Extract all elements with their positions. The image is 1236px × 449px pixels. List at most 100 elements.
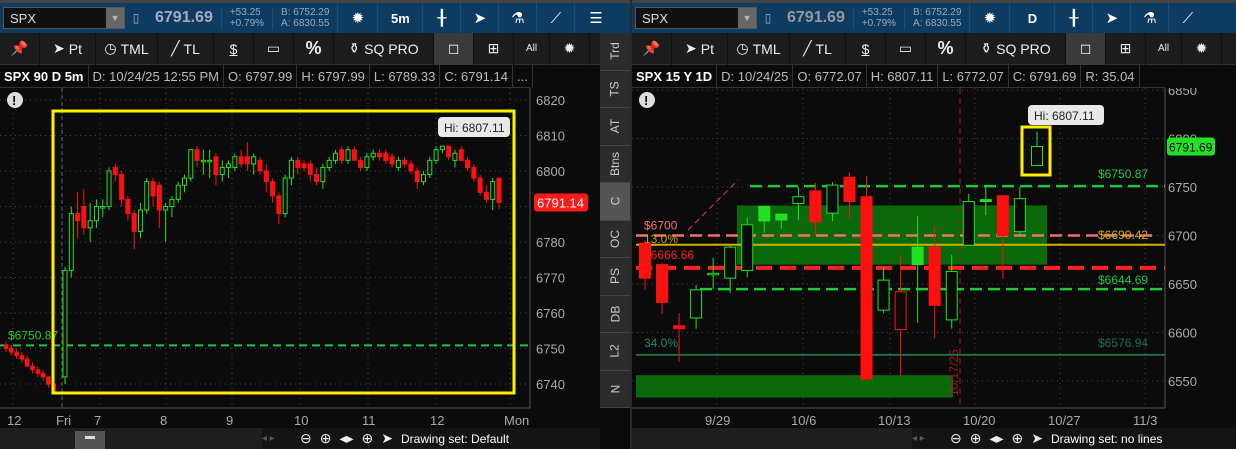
crosshair-icon[interactable]: ⊕	[1012, 430, 1024, 447]
zoom-out-icon[interactable]: ⊖	[300, 430, 312, 447]
tool-tl[interactable]: ╱ TL	[790, 32, 846, 65]
candle	[945, 270, 958, 321]
timeframe-button[interactable]: 5m	[377, 1, 422, 35]
candle	[402, 159, 408, 165]
crosshair-icon[interactable]: ⊕	[362, 430, 374, 447]
tool-tml[interactable]: ◷ TML	[96, 32, 158, 65]
cursor-icon: ➤	[53, 40, 65, 56]
pin-icon[interactable]: 📌	[0, 32, 40, 65]
candle	[81, 206, 87, 229]
side-tab-l2[interactable]: L2	[600, 333, 630, 371]
candle-style-icon[interactable]: ╂	[1054, 1, 1092, 35]
price-level-label: $6750.87	[8, 328, 58, 342]
flask-icon[interactable]: ⚗	[498, 1, 536, 35]
side-tab-db[interactable]: DB	[600, 296, 630, 333]
y-tick-label: 6760	[536, 306, 565, 321]
tool-sqpro[interactable]: ⚱ SQ PRO	[334, 32, 434, 65]
more-button[interactable]: ...	[513, 64, 533, 88]
side-tab-label: C	[607, 196, 622, 206]
chevron-down-icon[interactable]: ▼	[738, 8, 756, 28]
candle	[232, 156, 238, 168]
all-button[interactable]: All	[1146, 32, 1182, 65]
side-tab-btns[interactable]: Btns	[600, 146, 630, 183]
side-tab-n[interactable]: N	[600, 371, 630, 408]
tool-price-level[interactable]: $	[846, 32, 886, 65]
pin-icon[interactable]: 📌	[632, 32, 672, 65]
tool-pt[interactable]: ➤ Pt	[40, 32, 96, 65]
gear-icon[interactable]: ✹	[1182, 32, 1222, 65]
candle-style-icon[interactable]: ╂	[422, 1, 460, 35]
side-tab-c[interactable]: C	[600, 183, 630, 221]
drawing-icon[interactable]: ⟋	[536, 1, 574, 35]
x-tick-label: 10	[294, 413, 308, 428]
flask-icon[interactable]: ⚗	[1130, 1, 1168, 35]
cursor-icon[interactable]: ➤	[460, 1, 498, 35]
side-tab-trd[interactable]: Trd	[600, 33, 630, 71]
grid-layout-icon[interactable]: ⊞	[474, 32, 514, 65]
cursor-icon: ➤	[685, 40, 697, 56]
symbol-selector[interactable]: SPX ▼	[3, 7, 125, 29]
side-tab-oc[interactable]: OC	[600, 221, 630, 258]
rectangle-icon[interactable]: ▭	[254, 32, 294, 65]
intraday-chart[interactable]: 67406750676067706780679068006810682012Fr…	[0, 88, 600, 428]
timeframe-button[interactable]: D	[1009, 1, 1054, 35]
tool-pt[interactable]: ➤ Pt	[672, 32, 728, 65]
y-tick-label: 6750	[1168, 180, 1197, 195]
tool-tml[interactable]: ◷ TML	[728, 32, 790, 65]
zoom-in-icon[interactable]: ⊕	[970, 430, 982, 447]
chevron-down-icon[interactable]: ▼	[106, 8, 124, 28]
symbol-selector[interactable]: SPX ▼	[635, 7, 757, 29]
tool-percent[interactable]: %	[926, 32, 966, 65]
link-icon[interactable]: ▯	[757, 2, 779, 35]
pan-icon[interactable]: ◂▸	[339, 430, 353, 447]
single-layout-button[interactable]: ◻	[434, 32, 474, 65]
symbol-input[interactable]: SPX	[642, 11, 668, 26]
daily-chart[interactable]: 65506600665067006750680068509/2910/610/1…	[632, 88, 1236, 428]
gear-icon[interactable]: ✹	[969, 1, 1009, 35]
candle	[332, 152, 338, 161]
side-tab-ps[interactable]: PS	[600, 258, 630, 296]
ask: A: 6830.55	[913, 18, 962, 29]
price-level-label: $6750.87	[1098, 167, 1148, 181]
scrollbar[interactable]	[632, 428, 912, 449]
zoom-out-icon[interactable]: ⊖	[950, 430, 962, 447]
rectangle-icon[interactable]: ▭	[886, 32, 926, 65]
side-tab-label: AT	[607, 119, 622, 134]
gear-icon[interactable]: ✹	[550, 32, 590, 65]
candle	[690, 289, 703, 319]
single-layout-button[interactable]: ◻	[1066, 32, 1106, 65]
scroll-thumb[interactable]: ▬	[75, 431, 105, 449]
candle	[40, 372, 46, 378]
drawing-icon[interactable]: ⟋	[1168, 1, 1206, 35]
x-tick-label: 12	[7, 413, 21, 428]
symbol-input[interactable]: SPX	[10, 11, 36, 26]
side-tab-ts[interactable]: TS	[600, 71, 630, 108]
grid-layout-icon[interactable]: ⊞	[1106, 32, 1146, 65]
drawing-set-selector[interactable]: Drawing set: Default	[401, 432, 509, 446]
candle	[75, 213, 81, 222]
tool-percent[interactable]: %	[294, 32, 334, 65]
pan-icon[interactable]: ◂▸	[989, 430, 1003, 447]
zoom-in-icon[interactable]: ⊕	[320, 430, 332, 447]
candle	[46, 376, 51, 385]
all-button[interactable]: All	[514, 32, 550, 65]
link-icon[interactable]: ▯	[125, 2, 147, 35]
drawing-set-selector[interactable]: Drawing set: no lines	[1051, 432, 1162, 446]
cursor-icon[interactable]: ➤	[1092, 1, 1130, 35]
menu-icon[interactable]: ☰	[574, 1, 616, 35]
candle	[3, 344, 9, 350]
candle	[724, 246, 737, 279]
tool-label: Pt	[68, 40, 82, 57]
gear-icon[interactable]: ✹	[337, 1, 377, 35]
cursor-icon[interactable]: ➤	[381, 430, 393, 447]
tool-tl[interactable]: ╱ TL	[158, 32, 214, 65]
candle	[226, 163, 232, 168]
side-tab-at[interactable]: AT	[600, 108, 630, 146]
cursor-icon[interactable]: ➤	[1031, 430, 1043, 447]
bid: B: 6752.29	[281, 7, 330, 18]
scroll-arrows[interactable]: ◂ ▸	[262, 433, 292, 444]
scrollbar[interactable]: ▬	[0, 428, 262, 449]
scroll-arrows[interactable]: ◂ ▸	[912, 433, 942, 444]
tool-price-level[interactable]: $	[214, 32, 254, 65]
tool-sqpro[interactable]: ⚱ SQ PRO	[966, 32, 1066, 65]
